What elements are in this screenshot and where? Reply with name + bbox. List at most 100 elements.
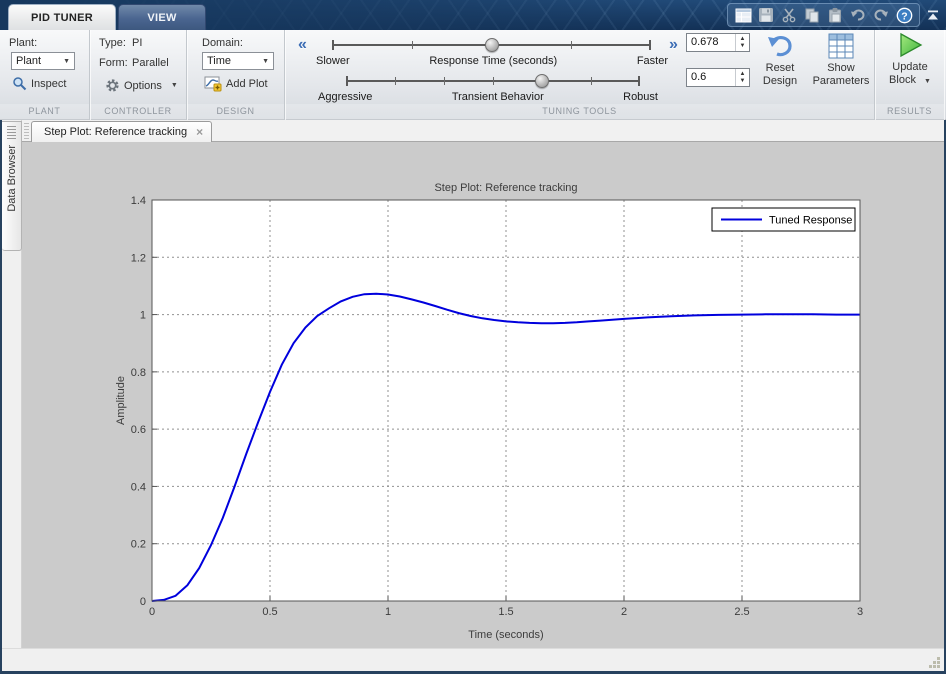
slider-cap — [346, 76, 348, 86]
spinner-arrows[interactable]: ▲ ▼ — [735, 34, 749, 51]
inspect-label: Inspect — [31, 77, 67, 90]
spin-up-icon[interactable]: ▲ — [740, 71, 746, 78]
slider-tick — [571, 41, 573, 49]
form-label: Form: — [99, 57, 128, 69]
slider-cap — [332, 40, 334, 50]
quick-access-toolbar: ? — [727, 3, 920, 27]
layout-icon[interactable] — [733, 5, 753, 25]
plot-title: Step Plot: Reference tracking — [434, 182, 577, 194]
response-time-slider[interactable] — [332, 37, 651, 53]
show-parameters-label-2: Parameters — [812, 75, 870, 87]
section-results: Update Block ▼ RESULTS — [875, 30, 944, 120]
plant-dropdown[interactable]: Plant ▼ — [11, 52, 75, 70]
response-slider-labels: Slower Response Time (seconds) Faster — [316, 55, 668, 67]
section-label-tuning-tools: TUNING TOOLS — [285, 104, 874, 120]
slower-step-icon[interactable]: « — [298, 37, 307, 53]
tick-label-x: 0.5 — [262, 606, 277, 618]
add-plot-button[interactable]: Add Plot — [204, 76, 268, 92]
minimize-ribbon-icon[interactable] — [925, 6, 941, 24]
section-tuning: « » Slower Response Time (seconds) Faste… — [285, 30, 875, 120]
transient-behavior-value[interactable]: 0.6 — [687, 69, 735, 86]
transient-behavior-spinbox[interactable]: 0.6 ▲ ▼ — [686, 68, 750, 87]
copy-icon[interactable] — [802, 5, 822, 25]
redo-icon[interactable] — [871, 5, 891, 25]
faster-label: Faster — [636, 55, 668, 67]
add-plot-icon — [204, 76, 222, 92]
spin-down-icon[interactable]: ▼ — [740, 78, 746, 85]
chevron-down-icon: ▼ — [170, 82, 178, 89]
document-tab-label: Step Plot: Reference tracking — [44, 126, 188, 138]
paste-icon[interactable] — [825, 5, 845, 25]
pid-tuner-window: PID TUNER VIEW ? Plant: Plant ▼ Inspect … — [0, 0, 946, 674]
drag-grip-icon — [7, 126, 16, 139]
tick-label-y: 1 — [140, 310, 146, 322]
slider-tick — [493, 77, 494, 85]
tick-label-y: 0.8 — [131, 367, 146, 379]
document-tab-step-plot[interactable]: Step Plot: Reference tracking × — [31, 121, 213, 142]
step-plot-figure: 0 0.5 1 1.5 2 2.5 3 0 0.2 0.4 0.6 0.8 1 1.2 1.4 Step Pl… — [115, 182, 863, 641]
gear-icon — [106, 79, 119, 92]
tick-label-x: 1 — [385, 606, 391, 618]
cut-icon[interactable] — [779, 5, 799, 25]
transient-behavior-slider-handle[interactable] — [535, 74, 550, 88]
tick-label-y: 0.2 — [131, 539, 146, 551]
ribbon: Plant: Plant ▼ Inspect PLANT Type: PI For… — [0, 30, 946, 120]
type-value: PI — [132, 37, 143, 49]
tick-label-y: 0 — [140, 596, 146, 608]
inspect-button[interactable]: Inspect — [12, 76, 66, 91]
slider-cap — [649, 40, 651, 50]
domain-dropdown[interactable]: Time ▼ — [202, 52, 274, 70]
form-value: Parallel — [132, 57, 169, 69]
transient-behavior-slider[interactable] — [346, 73, 640, 89]
play-icon — [900, 32, 923, 58]
spinner-arrows[interactable]: ▲ ▼ — [735, 69, 749, 86]
spin-down-icon[interactable]: ▼ — [740, 43, 746, 50]
tick-label-x: 0 — [149, 606, 155, 618]
undo-icon[interactable] — [848, 5, 868, 25]
magnifier-icon — [13, 77, 27, 91]
update-block-button[interactable]: Update Block ▼ — [882, 32, 938, 88]
tab-pid-tuner[interactable]: PID TUNER — [8, 4, 116, 30]
section-label-controller: CONTROLLER — [90, 104, 186, 120]
tick-label-y: 0.6 — [131, 424, 146, 436]
tabbar-grip-icon — [24, 123, 29, 139]
plant-dropdown-value: Plant — [16, 55, 42, 67]
help-icon[interactable]: ? — [894, 5, 914, 25]
reset-design-label-2: Design — [762, 75, 798, 87]
data-browser-tab[interactable]: Data Browser — [2, 121, 22, 251]
spin-up-icon[interactable]: ▲ — [740, 36, 746, 43]
slider-tick — [395, 77, 396, 85]
tick-label-x: 2 — [621, 606, 627, 618]
reset-design-label-1: Reset — [765, 62, 795, 74]
options-button[interactable]: Options ▼ — [105, 78, 178, 93]
data-browser-label: Data Browser — [5, 145, 18, 212]
close-icon[interactable]: × — [196, 125, 203, 139]
response-time-spinbox[interactable]: 0.678 ▲ ▼ — [686, 33, 750, 52]
reset-design-button[interactable]: Reset Design — [753, 33, 807, 88]
section-label-design: DESIGN — [187, 104, 284, 120]
save-icon[interactable] — [756, 5, 776, 25]
slider-cap — [638, 76, 640, 86]
type-label: Type: — [99, 37, 126, 49]
chevron-down-icon: ▼ — [262, 57, 269, 65]
chevron-down-icon: ▼ — [63, 57, 70, 65]
update-block-label-2: Block — [889, 74, 916, 86]
tick-label-y: 0.4 — [131, 481, 146, 493]
plant-field-label: Plant: — [9, 37, 38, 49]
table-icon — [828, 33, 854, 59]
y-axis-label: Amplitude — [115, 376, 127, 425]
faster-step-icon[interactable]: » — [669, 37, 678, 53]
show-parameters-button[interactable]: Show Parameters — [809, 33, 873, 88]
section-plant: Plant: Plant ▼ Inspect PLANT — [0, 30, 90, 120]
tick-label-y: 1.2 — [131, 252, 146, 264]
statusbar — [2, 648, 944, 671]
response-time-value[interactable]: 0.678 — [687, 34, 735, 51]
resize-grip-icon[interactable] — [928, 656, 941, 669]
section-label-plant: PLANT — [0, 104, 89, 120]
legend-entry-label: Tuned Response — [769, 215, 852, 227]
tick-label-x: 2.5 — [734, 606, 749, 618]
svg-text:?: ? — [901, 10, 907, 22]
x-axis-label: Time (seconds) — [468, 629, 543, 641]
tab-view[interactable]: VIEW — [118, 4, 206, 30]
response-time-slider-handle[interactable] — [484, 38, 499, 52]
